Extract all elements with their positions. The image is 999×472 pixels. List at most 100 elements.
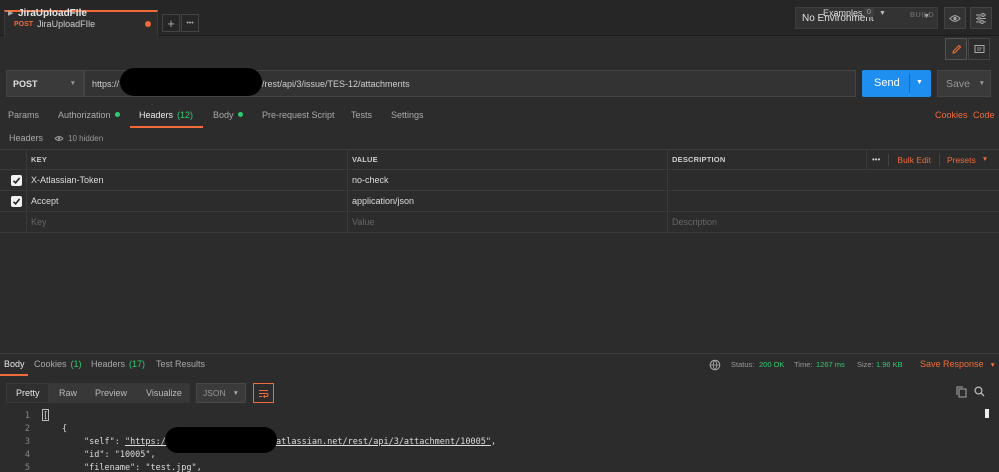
caret-right-icon[interactable]: ▶ xyxy=(8,9,13,17)
table-actions: ••• Bulk Edit Presets ▼ xyxy=(866,150,999,169)
size-label: Size: xyxy=(857,360,874,369)
divider xyxy=(909,74,910,93)
response-tab-test-results[interactable]: Test Results xyxy=(156,359,205,369)
format-preview-button[interactable]: Preview xyxy=(95,388,127,398)
checkmark-icon xyxy=(12,198,21,205)
json-link[interactable]: atlassian.net/rest/api/3/attachment/1000… xyxy=(276,437,491,447)
save-response-label: Save Response xyxy=(920,359,984,369)
manage-environments-button[interactable] xyxy=(970,7,992,29)
bulk-edit-link[interactable]: Bulk Edit xyxy=(897,155,931,165)
code-line: "id": "10005", xyxy=(84,450,156,460)
chevron-down-icon: ▼ xyxy=(989,362,996,369)
tab-label: Headers xyxy=(139,110,174,120)
cookies-link[interactable]: Cookies xyxy=(935,110,968,120)
status-label: Status: xyxy=(731,360,755,369)
url-path: /rest/api/3/issue/TES-12/attachments xyxy=(262,79,410,89)
tab-pre-request-script[interactable]: Pre-request Script xyxy=(262,110,335,120)
format-pretty-label[interactable]: Pretty xyxy=(16,388,40,398)
new-description-input[interactable]: Description xyxy=(667,212,999,232)
time-value[interactable]: 1267 ms xyxy=(816,360,845,369)
response-tab-body[interactable]: Body xyxy=(4,359,25,369)
tab-label: Headers xyxy=(91,359,126,369)
header-description-cell[interactable] xyxy=(667,170,999,190)
tab-authorization[interactable]: Authorization xyxy=(58,110,120,120)
code-link[interactable]: Code xyxy=(973,110,995,120)
hidden-headers-toggle[interactable]: 10 hidden xyxy=(54,134,103,143)
tab-label: Body xyxy=(4,359,25,369)
column-header-value: VALUE xyxy=(347,150,668,169)
header-key-cell[interactable]: X-Atlassian-Token xyxy=(26,170,348,190)
send-button[interactable]: Send ▼ xyxy=(862,70,931,97)
tab-label: Pre-request Script xyxy=(262,110,335,120)
method-select[interactable]: POST ▼ xyxy=(6,70,84,97)
table-row-new: Key Value Description xyxy=(0,212,999,233)
chevron-down-icon[interactable]: ▼ xyxy=(916,79,923,86)
header-enabled-checkbox[interactable] xyxy=(11,196,22,207)
response-type-select[interactable]: JSON ▼ xyxy=(196,383,246,403)
wrap-lines-button[interactable] xyxy=(253,383,274,403)
tab-label: Test Results xyxy=(156,359,206,369)
table-row: X-Atlassian-Token no-check xyxy=(0,170,999,191)
tab-title: JiraUploadFIle xyxy=(37,19,96,29)
tab-params[interactable]: Params xyxy=(8,110,39,120)
hidden-count-label: 10 hidden xyxy=(68,134,104,143)
divider xyxy=(0,353,999,354)
new-key-input[interactable]: Key xyxy=(26,212,348,232)
active-tab-indicator xyxy=(0,374,28,376)
column-header-description: DESCRIPTION xyxy=(667,150,867,169)
documentation-button[interactable] xyxy=(968,38,990,60)
code-line: { xyxy=(62,424,68,434)
chevron-down-icon[interactable]: ▼ xyxy=(879,10,886,17)
header-value-cell[interactable]: no-check xyxy=(347,170,668,190)
tab-options-button[interactable]: ••• xyxy=(181,14,199,32)
tab-settings[interactable]: Settings xyxy=(391,110,424,120)
indicator-dot-icon xyxy=(237,112,243,117)
json-punct: , xyxy=(490,437,497,447)
header-value-cell[interactable]: application/json xyxy=(347,191,668,211)
checkmark-icon xyxy=(12,177,21,184)
url-prefix: https:// xyxy=(92,78,120,89)
sliders-icon xyxy=(976,12,986,24)
examples-button[interactable]: Examples xyxy=(823,8,863,18)
time-label: Time: xyxy=(794,360,813,369)
format-visualize-button[interactable]: Visualize xyxy=(146,388,182,398)
search-icon[interactable] xyxy=(974,386,985,400)
more-icon[interactable]: ••• xyxy=(872,155,880,164)
size-value[interactable]: 1.96 KB xyxy=(876,360,903,369)
scrollbar-thumb[interactable] xyxy=(985,409,989,418)
copy-icon[interactable] xyxy=(956,386,967,401)
chevron-down-icon[interactable]: ▼ xyxy=(979,80,985,87)
globe-icon[interactable] xyxy=(709,359,721,374)
table-row: Accept application/json xyxy=(0,191,999,212)
tab-label: Body xyxy=(213,110,234,120)
presets-dropdown[interactable]: Presets xyxy=(947,155,976,165)
status-value[interactable]: 200 OK xyxy=(759,360,784,369)
active-tab-indicator xyxy=(130,126,203,128)
response-tab-headers[interactable]: Headers (17) xyxy=(91,359,145,369)
method-label: POST xyxy=(13,78,38,89)
tab-label: Settings xyxy=(391,110,424,120)
tab-tests[interactable]: Tests xyxy=(351,110,372,120)
save-button[interactable]: Save ▼ xyxy=(937,70,991,97)
header-description-cell[interactable] xyxy=(667,191,999,211)
header-key-cell[interactable]: Accept xyxy=(26,191,348,211)
new-tab-button[interactable]: + xyxy=(162,14,180,32)
tab-body[interactable]: Body xyxy=(213,110,243,120)
chevron-down-icon[interactable]: ▼ xyxy=(982,156,988,163)
code-line: [ xyxy=(43,411,49,421)
new-value-input[interactable]: Value xyxy=(347,212,668,232)
eye-icon xyxy=(949,14,961,22)
response-tab-cookies[interactable]: Cookies (1) xyxy=(34,359,82,369)
tab-headers[interactable]: Headers (12) xyxy=(139,110,193,120)
code-line-continued: atlassian.net/rest/api/3/attachment/1000… xyxy=(276,437,496,447)
edit-button[interactable] xyxy=(945,38,967,60)
environment-quick-look-button[interactable] xyxy=(944,7,966,29)
tab-method-badge: POST xyxy=(14,20,34,28)
pencil-icon xyxy=(951,44,961,54)
code-line: "filename": "test.jpg", xyxy=(84,463,202,472)
save-response-button[interactable]: Save Response ▼ xyxy=(920,359,996,369)
examples-count-badge: 0 xyxy=(864,8,874,17)
header-enabled-checkbox[interactable] xyxy=(11,175,22,186)
build-mode-label: BUILD xyxy=(910,10,935,19)
format-raw-button[interactable]: Raw xyxy=(59,388,77,398)
